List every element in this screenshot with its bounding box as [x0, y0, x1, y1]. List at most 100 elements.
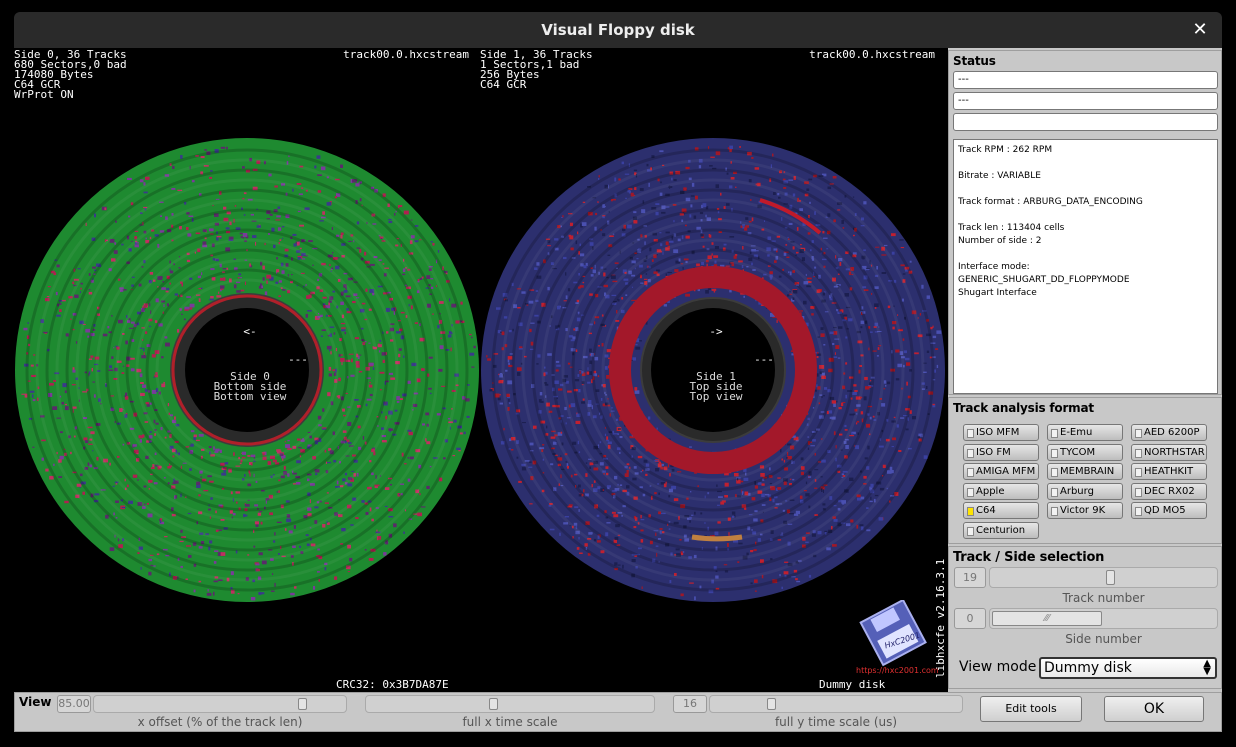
track-mark — [296, 183, 302, 185]
track-mark — [655, 532, 657, 536]
track-number-slider[interactable] — [989, 567, 1218, 588]
track-mark — [649, 540, 653, 545]
track-mark — [306, 543, 310, 547]
track-mark — [805, 273, 807, 277]
track-mark — [724, 495, 728, 498]
format-button-dec-rx02[interactable]: DEC RX02 — [1131, 482, 1207, 500]
track-mark — [440, 337, 442, 340]
track-mark — [750, 550, 754, 553]
side0-label-3: Bottom view — [214, 390, 287, 403]
format-button-iso-mfm[interactable]: ISO MFM — [963, 424, 1039, 441]
x-offset-field[interactable]: 85.00 — [57, 695, 91, 713]
x-time-slider-knob[interactable] — [489, 698, 499, 710]
track-mark — [887, 305, 891, 309]
format-button-arburg[interactable]: Arburg — [1047, 482, 1123, 500]
track-mark — [419, 493, 421, 496]
format-button-membrain[interactable]: MEMBRAIN — [1047, 463, 1123, 480]
track-mark — [697, 485, 699, 488]
track-mark — [395, 244, 399, 247]
track-mark — [351, 470, 355, 472]
track-mark — [567, 390, 572, 393]
track-mark — [814, 487, 818, 489]
y-time-slider-knob[interactable] — [767, 698, 777, 710]
track-mark — [823, 237, 828, 239]
track-mark — [560, 455, 562, 457]
format-button-iso-fm[interactable]: ISO FM — [963, 443, 1039, 461]
format-button-e-emu[interactable]: E-Emu — [1047, 424, 1123, 441]
track-mark — [926, 295, 930, 299]
close-icon[interactable]: ✕ — [1190, 12, 1210, 48]
view-mode-select[interactable]: Dummy disk ▲ ▼ — [1039, 657, 1217, 679]
track-mark — [96, 456, 99, 461]
track-mark — [923, 455, 928, 459]
track-mark — [336, 480, 339, 485]
track-mark — [573, 522, 578, 526]
y-time-scale-slider[interactable] — [709, 695, 963, 713]
side-slider-knob[interactable]: ⁄⁄⁄ — [992, 611, 1102, 626]
x-offset-caption: x offset (% of the track len) — [137, 715, 303, 729]
track-mark — [463, 431, 466, 435]
track-mark — [625, 294, 628, 296]
track-mark — [816, 356, 819, 359]
track-mark — [746, 552, 749, 556]
track-mark — [736, 479, 741, 484]
track-mark — [351, 358, 353, 363]
format-button-apple[interactable]: Apple — [963, 482, 1039, 500]
track-mark — [255, 563, 260, 566]
format-button-c64[interactable]: C64 — [963, 502, 1039, 519]
track-number-field[interactable]: 19 — [954, 567, 986, 588]
track-slider-knob[interactable] — [1105, 570, 1115, 585]
track-mark — [436, 285, 437, 287]
track-mark — [56, 451, 58, 455]
track-mark — [151, 389, 157, 394]
edit-tools-button[interactable]: Edit tools — [980, 696, 1082, 722]
track-mark — [785, 244, 788, 246]
format-button-centurion[interactable]: Centurion — [963, 521, 1039, 539]
x-time-scale-slider[interactable] — [365, 695, 655, 713]
side-number-slider[interactable]: ⁄⁄⁄ — [989, 608, 1218, 629]
ok-button[interactable]: OK — [1104, 696, 1204, 722]
track-mark — [598, 178, 600, 180]
track-mark — [428, 356, 433, 359]
track-mark — [215, 259, 219, 262]
track-mark — [384, 505, 388, 507]
format-button-victor-9k[interactable]: Victor 9K — [1047, 502, 1123, 519]
format-button-heathkit[interactable]: HEATHKIT — [1131, 463, 1207, 480]
x-offset-slider[interactable] — [93, 695, 347, 713]
track-mark — [72, 281, 75, 285]
track-mark — [320, 166, 326, 171]
track-mark — [172, 165, 175, 170]
track-mark — [622, 564, 624, 569]
track-mark — [88, 291, 93, 295]
side-number-field[interactable]: 0 — [954, 608, 986, 629]
logo-url[interactable]: https://hxc2001.com — [856, 666, 939, 675]
format-button-northstar[interactable]: NORTHSTAR — [1131, 443, 1207, 461]
track-mark — [587, 367, 589, 371]
y-time-field[interactable]: 16 — [673, 695, 707, 713]
track-mark — [656, 552, 658, 557]
side1-disk[interactable]: -> --- Side 1 Top side Top view — [480, 137, 946, 603]
track-mark — [396, 400, 400, 403]
track-mark — [92, 381, 95, 383]
track-mark — [835, 255, 837, 259]
track-mark — [599, 462, 604, 466]
track-mark — [417, 280, 420, 283]
track-mark — [871, 293, 873, 295]
format-button-tycom[interactable]: TYCOM — [1047, 443, 1123, 461]
track-mark — [690, 204, 693, 208]
format-button-amiga-mfm[interactable]: AMIGA MFM — [963, 463, 1039, 480]
side0-disk[interactable]: <- --- Side 0 Bottom side Bottom view — [14, 137, 480, 603]
x-offset-slider-knob[interactable] — [297, 698, 307, 710]
track-mark — [606, 485, 611, 488]
track-mark — [813, 276, 816, 278]
format-button-aed-6200p[interactable]: AED 6200P — [1131, 424, 1207, 441]
track-mark — [909, 369, 912, 372]
track-mark — [388, 516, 394, 518]
track-mark — [781, 458, 783, 461]
track-mark — [80, 287, 82, 290]
track-mark — [138, 283, 142, 287]
format-button-qd-mo5[interactable]: QD MO5 — [1131, 502, 1207, 519]
track-mark — [632, 357, 636, 361]
track-mark — [878, 517, 883, 521]
track-mark — [606, 522, 611, 524]
